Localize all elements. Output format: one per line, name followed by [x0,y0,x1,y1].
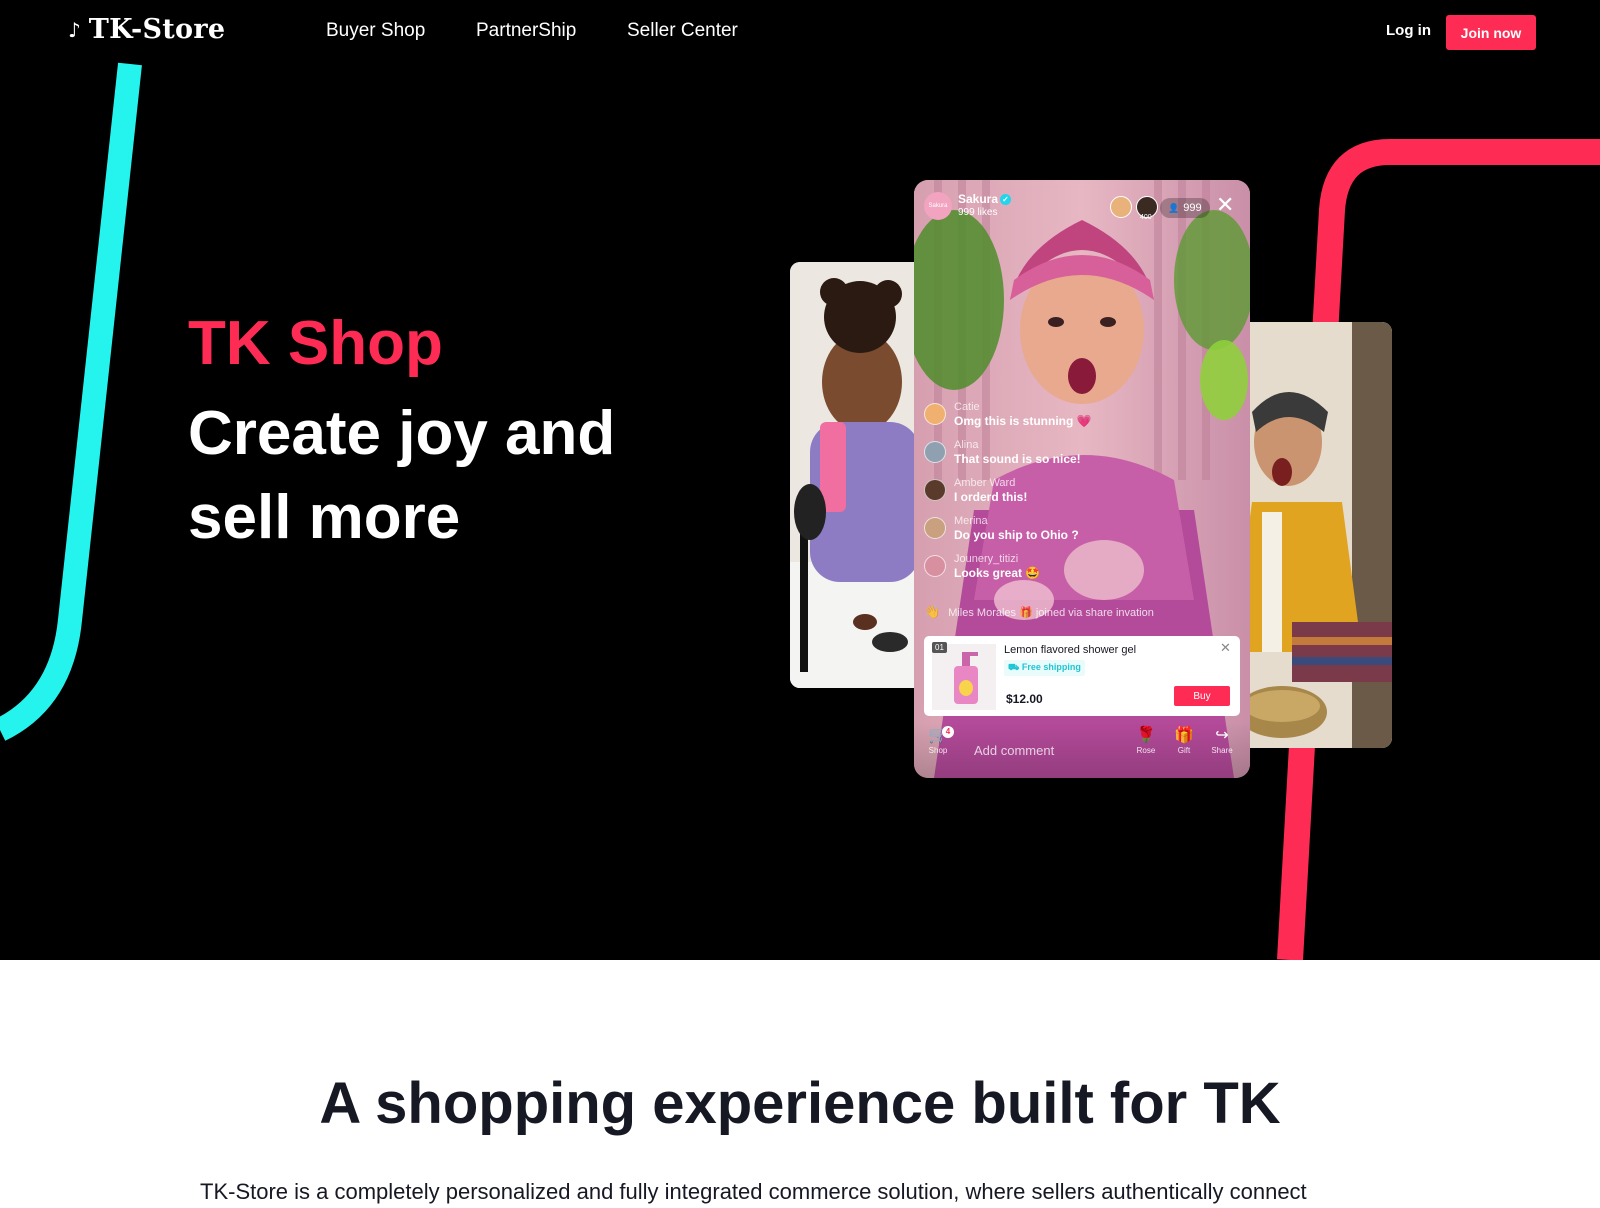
comment-user: Amber Ward [954,477,1016,489]
commenter-avatar [924,555,946,577]
gift-icon: 🎁 [1174,727,1194,744]
comment-item: Jounery_titizi Looks great 🤩 [924,552,1240,590]
rose-icon: 🌹 [1136,727,1156,744]
join-now-button[interactable]: Join now [1446,15,1536,50]
commenter-avatar [924,479,946,501]
shop-count-badge: 4 [942,726,954,738]
nav-link-seller-center[interactable]: Seller Center [627,20,738,42]
truck-icon: ⛟ [1008,662,1022,672]
host-likes: 999 likes [958,207,998,218]
share-icon: ↪ [1215,727,1229,744]
commenter-avatar [924,403,946,425]
logo[interactable]: ♪ TK-Store [68,14,225,45]
rose-button[interactable]: 🌹 Rose [1128,726,1164,755]
login-link[interactable]: Log in [1386,22,1431,39]
hero-section: ♪ TK-Store Buyer Shop PartnerShip Seller… [0,0,1600,960]
comment-item: Alina That sound is so nice! [924,438,1240,476]
commenter-avatar [924,441,946,463]
wave-hand-icon: 👋 [924,604,941,619]
add-comment-input[interactable] [972,736,1136,764]
live-bottom-bar: 🛒 4 Shop 🌹 Rose 🎁 Gift ↪ Share [914,722,1250,778]
gift-button[interactable]: 🎁 Gift [1166,726,1202,755]
share-button[interactable]: ↪ Share [1204,726,1240,755]
share-label: Share [1211,746,1233,755]
creator-photo-right [1232,322,1392,748]
comment-item: Amber Ward I orderd this! [924,476,1240,514]
shop-label: Shop [928,746,948,755]
free-shipping-badge: ⛟ Free shipping [1004,660,1085,676]
buy-button[interactable]: Buy [1174,686,1230,706]
nav-link-partnership[interactable]: PartnerShip [476,20,576,42]
comment-user: Jounery_titizi [954,553,1019,565]
host-name: Sakura [958,192,999,206]
close-icon[interactable]: ✕ [1220,640,1231,656]
comment-item: Catie Omg this is stunning 💗 [924,400,1240,438]
comment-user: Alina [954,439,979,451]
free-shipping-label: Free shipping [1021,662,1081,672]
comment-message: I orderd this! [954,490,1028,504]
product-image[interactable] [932,644,996,710]
section-description: TK-Store is a completely personalized an… [200,1179,1307,1204]
viewer-count-value: 999 [1183,202,1202,214]
joined-notice: 👋 Miles Morales 🎁 joined via share invat… [924,604,1154,620]
person-icon: 👤 [1168,202,1180,213]
tiktok-note-icon: ♪ [68,17,81,42]
joined-text: Miles Morales 🎁 joined via share invatio… [948,606,1154,619]
product-price: $12.00 [1006,692,1043,706]
creator-singing-image [1232,322,1392,748]
comment-user: Merina [954,515,988,527]
product-card[interactable]: 01 Lemon flavored shower gel ⛟ Free ship… [924,636,1240,716]
live-stream-phone: Sakura Sakura ✓ 999 likes 400 👤 999 ✕ Cat… [914,180,1250,778]
comment-user: Catie [954,401,980,413]
nav-link-buyer-shop[interactable]: Buyer Shop [326,20,425,42]
gift-label: Gift [1177,746,1191,755]
logo-text: TK-Store [88,14,226,45]
comment-message: That sound is so nice! [954,452,1081,466]
section-title: A shopping experience built for TK [319,1071,1281,1136]
creator-photo-left [790,262,930,688]
comment-item: Merina Do you ship to Ohio ? [924,514,1240,552]
creator-makeup-image [790,262,930,688]
viewer-badge: 400 [1140,214,1152,221]
host-info[interactable]: Sakura Sakura ✓ 999 likes [924,192,1012,220]
comment-message: Looks great 🤩 [954,566,1041,580]
host-avatar[interactable]: Sakura [924,192,952,220]
viewer-count: 👤 999 [1160,198,1210,218]
top-nav: ♪ TK-Store Buyer Shop PartnerShip Seller… [0,0,1600,64]
comment-message: Omg this is stunning 💗 [954,414,1092,428]
shop-button[interactable]: 🛒 4 Shop [920,726,956,755]
hero-title-accent: TK Shop [188,309,443,378]
close-icon[interactable]: ✕ [1216,194,1234,216]
rose-label: Rose [1136,746,1156,755]
viewer-avatar[interactable] [1110,196,1132,218]
verified-icon: ✓ [1000,194,1012,206]
comment-message: Do you ship to Ohio ? [954,528,1079,542]
product-title[interactable]: Lemon flavored shower gel [1004,644,1136,656]
shower-gel-bottle-image [954,652,978,704]
hero-title: Create joy and sell more [188,399,616,552]
comment-list: Catie Omg this is stunning 💗 Alina That so… [924,400,1240,590]
commenter-avatar [924,517,946,539]
product-index: 01 [932,642,947,653]
